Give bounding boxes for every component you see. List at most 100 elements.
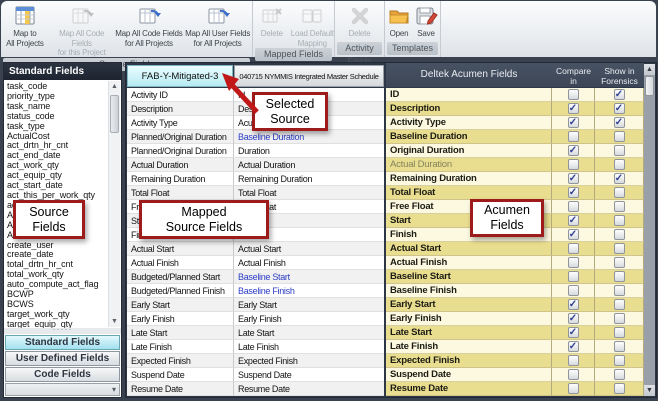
mapped-field-cell[interactable]: Baseline Duration	[234, 130, 384, 144]
compare-checkbox[interactable]	[568, 187, 579, 198]
field-list-item[interactable]: act_drtn_hr_cnt	[7, 141, 106, 151]
show-checkbox[interactable]	[614, 285, 625, 296]
show-checkbox[interactable]	[614, 103, 625, 114]
mapped-field-cell[interactable]: Late Finish	[234, 340, 384, 354]
map-all-code-fields-all-projects-button[interactable]: Map All Code Fields for All Projects	[115, 2, 184, 58]
show-checkbox[interactable]	[614, 187, 625, 198]
show-checkbox[interactable]	[614, 299, 625, 310]
sidebar-scrollbar[interactable]	[108, 81, 120, 327]
sidebar-item-code-fields[interactable]: Code Fields	[5, 367, 120, 382]
source-field-cell[interactable]: Actual Finish	[127, 256, 234, 270]
compare-checkbox[interactable]	[568, 229, 579, 240]
scrollbar-thumb[interactable]	[645, 76, 654, 96]
show-checkbox[interactable]	[614, 313, 625, 324]
source-field-cell[interactable]: Actual Duration	[127, 158, 234, 172]
field-list-item[interactable]: priority_type	[7, 92, 106, 102]
scroll-up-icon[interactable]	[644, 64, 655, 75]
compare-checkbox[interactable]	[568, 285, 579, 296]
show-checkbox[interactable]	[614, 117, 625, 128]
compare-checkbox[interactable]	[568, 355, 579, 366]
mapped-field-cell[interactable]: Expected Finish	[234, 354, 384, 368]
show-checkbox[interactable]	[614, 271, 625, 282]
compare-checkbox[interactable]	[568, 159, 579, 170]
splitter-grip[interactable]	[4, 328, 121, 334]
show-checkbox[interactable]	[614, 229, 625, 240]
field-list-item[interactable]: ActualCost	[7, 132, 106, 142]
field-list-item[interactable]: BCWS	[7, 300, 106, 310]
scrollbar-track[interactable]	[644, 97, 655, 385]
compare-checkbox[interactable]	[568, 103, 579, 114]
source-field-cell[interactable]: Activity Type	[127, 116, 234, 130]
mapped-field-cell[interactable]: Baseline Finish	[234, 284, 384, 298]
source-field-cell[interactable]: Budgeted/Planned Start	[127, 270, 234, 284]
map-to-all-projects-button[interactable]: Map to All Projects	[1, 2, 49, 58]
field-list-item[interactable]: target_work_qty	[7, 310, 106, 320]
sidebar-item-user-defined-fields[interactable]: User Defined Fields	[5, 351, 120, 366]
compare-checkbox[interactable]	[568, 173, 579, 184]
source-field-cell[interactable]: Early Finish	[127, 312, 234, 326]
field-list-item[interactable]: act_work_qty	[7, 161, 106, 171]
compare-checkbox[interactable]	[568, 383, 579, 394]
mapped-field-cell[interactable]: Total Float	[234, 186, 384, 200]
sidebar-item-standard-fields[interactable]: Standard Fields	[5, 335, 120, 350]
show-checkbox[interactable]	[614, 341, 625, 352]
compare-checkbox[interactable]	[568, 145, 579, 156]
compare-checkbox[interactable]	[568, 341, 579, 352]
mapped-field-cell[interactable]: Actual Duration	[234, 158, 384, 172]
show-checkbox[interactable]	[614, 173, 625, 184]
mapped-field-cell[interactable]: Actual Finish	[234, 256, 384, 270]
scroll-down-icon[interactable]	[644, 385, 655, 396]
mapped-field-cell[interactable]: Suspend Date	[234, 368, 384, 382]
field-list-item[interactable]: total_work_qty	[7, 270, 106, 280]
source-field-cell[interactable]: Late Start	[127, 326, 234, 340]
load-default-mapping-button[interactable]: Load Default Mapping	[291, 2, 334, 48]
compare-checkbox[interactable]	[568, 271, 579, 282]
compare-checkbox[interactable]	[568, 89, 579, 100]
compare-checkbox[interactable]	[568, 327, 579, 338]
field-list-item[interactable]: task_code	[7, 82, 106, 92]
field-list-item[interactable]: status_code	[7, 112, 106, 122]
source-field-cell[interactable]: Budgeted/Planned Finish	[127, 284, 234, 298]
scroll-down-icon[interactable]	[109, 316, 120, 327]
compare-checkbox[interactable]	[568, 131, 579, 142]
mapped-field-cell[interactable]: Resume Date	[234, 382, 384, 396]
source-field-cell[interactable]: Late Finish	[127, 340, 234, 354]
compare-checkbox[interactable]	[568, 257, 579, 268]
source-field-cell[interactable]: Planned/Original Duration	[127, 130, 234, 144]
show-checkbox[interactable]	[614, 243, 625, 254]
compare-checkbox[interactable]	[568, 201, 579, 212]
field-list-item[interactable]: auto_compute_act_flag	[7, 280, 106, 290]
delete-mapped-field-button[interactable]: Delete	[253, 2, 291, 48]
mapped-field-cell[interactable]: Early Finish	[234, 312, 384, 326]
show-checkbox[interactable]	[614, 369, 625, 380]
show-checkbox[interactable]	[614, 89, 625, 100]
map-all-user-fields-all-projects-button[interactable]: Map All User Fields for All Projects	[183, 2, 252, 58]
show-checkbox[interactable]	[614, 145, 625, 156]
show-checkbox[interactable]	[614, 355, 625, 366]
field-list-item[interactable]: task_type	[7, 122, 106, 132]
show-checkbox[interactable]	[614, 327, 625, 338]
compare-checkbox[interactable]	[568, 243, 579, 254]
mapped-field-cell[interactable]: Early Start	[234, 298, 384, 312]
field-list-item[interactable]: act_start_date	[7, 181, 106, 191]
field-list-item[interactable]: BCWP	[7, 290, 106, 300]
field-list-item[interactable]: total_drtn_hr_cnt	[7, 260, 106, 270]
show-checkbox[interactable]	[614, 131, 625, 142]
show-checkbox[interactable]	[614, 215, 625, 226]
compare-checkbox[interactable]	[568, 369, 579, 380]
show-checkbox[interactable]	[614, 383, 625, 394]
source-field-cell[interactable]: Resume Date	[127, 382, 234, 396]
source-field-cell[interactable]: Expected Finish	[127, 354, 234, 368]
source-field-cell[interactable]: Actual Start	[127, 242, 234, 256]
delete-activity-field-button[interactable]: Delete	[338, 2, 382, 42]
open-template-button[interactable]: Open	[386, 2, 413, 42]
source-field-cell[interactable]: Early Start	[127, 298, 234, 312]
compare-checkbox[interactable]	[568, 215, 579, 226]
compare-checkbox[interactable]	[568, 313, 579, 324]
field-list-item[interactable]: target_equip_qty	[7, 320, 106, 328]
compare-checkbox[interactable]	[568, 299, 579, 310]
field-list-item[interactable]: create_user	[7, 241, 106, 251]
show-checkbox[interactable]	[614, 201, 625, 212]
scrollbar-thumb[interactable]	[110, 95, 119, 133]
field-list-item[interactable]: act_end_date	[7, 151, 106, 161]
